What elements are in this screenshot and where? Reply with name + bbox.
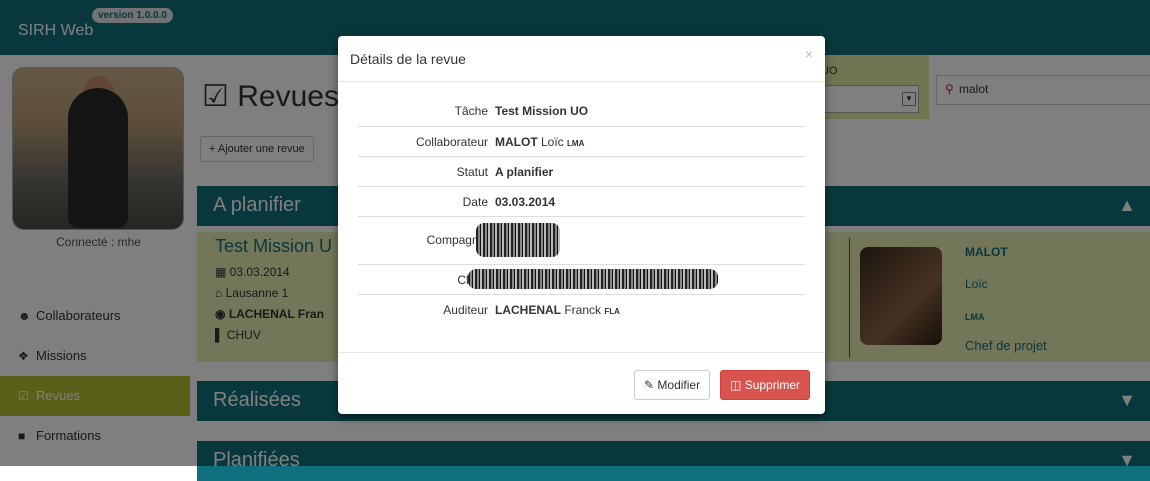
detail-value: MALOT Loïc LMA [495,135,584,149]
modal-header: Détails de la revue × [338,36,825,82]
detail-value: A planifier [495,165,553,179]
detail-row-compagnie: Compagnie [358,216,805,265]
detail-value: Test Mission UO [495,104,588,118]
detail-key: Statut [456,165,488,179]
modal-title: Détails de la revue [350,51,466,67]
redacted-company-logo [476,223,560,257]
detail-value-code: FLA [604,307,620,316]
detail-row-statut: Statut A planifier [358,156,805,187]
delete-button[interactable]: ◫ Supprimer [720,370,811,400]
redacted-client-value [468,269,718,289]
detail-row-collaborateur: Collaborateur MALOT Loïc LMA [358,126,805,157]
detail-key: Auditeur [443,303,488,317]
detail-value-bold: A planifier [495,165,554,179]
delete-label: Supprimer [744,378,801,392]
detail-key: Collaborateur [415,135,488,149]
detail-row-tache: Tâche Test Mission UO [358,96,805,126]
edit-icon: ✎ [644,378,655,392]
modal-footer: ✎ Modifier ◫ Supprimer [338,352,825,415]
detail-value: 03.03.2014 [495,195,555,209]
modify-label: Modifier [657,378,701,392]
detail-value-rest: Loïc [537,135,568,149]
detail-row-date: Date 03.03.2014 [358,186,805,217]
detail-value-bold: LACHENAL [495,303,561,317]
detail-row-client: Client [358,264,805,295]
detail-value-bold: MALOT [495,135,538,149]
detail-key: Tâche [454,104,488,118]
close-icon[interactable]: × [805,46,813,62]
detail-value-code: LMA [567,139,585,148]
detail-value-bold: 03.03.2014 [495,195,556,209]
detail-row-auditeur: Auditeur LACHENAL Franck FLA [358,294,805,325]
trash-icon: ◫ [730,378,742,392]
detail-value-rest: Franck [561,303,605,317]
modify-button[interactable]: ✎ Modifier [634,370,711,400]
detail-value: LACHENAL Franck FLA [495,303,620,317]
detail-value-bold: Test Mission UO [495,104,589,118]
review-details-modal: Détails de la revue × Tâche Test Mission… [338,36,825,414]
detail-key: Date [462,195,488,209]
